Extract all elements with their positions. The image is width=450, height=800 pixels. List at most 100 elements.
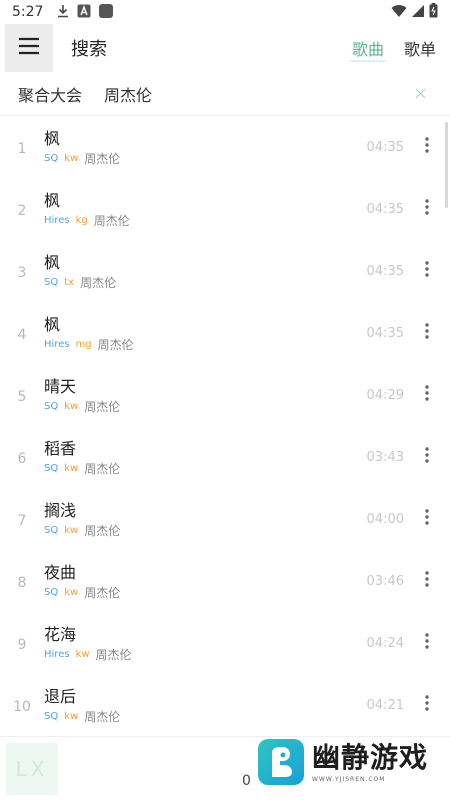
song-row[interactable]: 2 枫 Hires kg 周杰伦 04:35 — [0, 178, 450, 240]
more-options-button[interactable] — [414, 437, 440, 477]
song-duration: 04:21 — [366, 697, 404, 713]
bottom-player[interactable]: LX 0 幽静游戏 WWW.YJISREN.COM — [0, 736, 450, 800]
search-query-row: 聚合大会 周杰伦 — [0, 72, 450, 116]
song-artist: 周杰伦 — [84, 523, 121, 538]
watermark: 幽静游戏 WWW.YJISREN.COM — [258, 739, 428, 785]
menu-button[interactable] — [5, 24, 53, 72]
song-row[interactable]: 7 搁浅 SQ kw 周杰伦 04:00 — [0, 488, 450, 550]
song-row[interactable]: 10 退后 SQ kw 周杰伦 04:21 — [0, 674, 450, 736]
song-duration: 04:29 — [366, 387, 404, 403]
quality-tag: SQ — [44, 524, 59, 536]
player-count: 0 — [242, 773, 251, 789]
more-options-button[interactable] — [414, 623, 440, 663]
signal-icon — [411, 3, 425, 22]
more-vertical-icon — [425, 447, 429, 467]
tab-songs[interactable]: 歌曲 — [349, 24, 387, 72]
more-vertical-icon — [425, 633, 429, 653]
source-tag: kg — [75, 214, 88, 226]
song-duration: 04:35 — [366, 263, 404, 279]
song-row[interactable]: 9 花海 Hires kw 周杰伦 04:24 — [0, 612, 450, 674]
more-options-button[interactable] — [414, 127, 440, 167]
song-name: 搁浅 — [44, 500, 77, 520]
song-meta: Hires kg 周杰伦 — [44, 214, 344, 228]
more-options-button[interactable] — [414, 499, 440, 539]
more-vertical-icon — [425, 509, 429, 529]
song-name: 枫 — [44, 128, 61, 148]
song-name: 夜曲 — [44, 562, 77, 582]
watermark-url: WWW.YJISREN.COM — [312, 775, 386, 783]
status-bar: 5:27 — [0, 0, 450, 24]
close-icon — [415, 84, 426, 103]
more-options-button[interactable] — [414, 189, 440, 229]
song-name: 枫 — [44, 314, 61, 334]
song-meta: SQ kw 周杰伦 — [44, 400, 344, 414]
song-index: 6 — [17, 451, 27, 467]
more-options-button[interactable] — [414, 375, 440, 415]
song-artist: 周杰伦 — [95, 647, 132, 662]
song-name: 枫 — [44, 190, 61, 210]
song-info: 花海 Hires kw 周杰伦 — [44, 625, 344, 662]
more-vertical-icon — [425, 385, 429, 405]
more-vertical-icon — [425, 137, 429, 157]
song-duration: 03:46 — [366, 573, 404, 589]
song-index: 2 — [17, 203, 27, 219]
song-meta: SQ kw 周杰伦 — [44, 524, 344, 538]
song-index: 5 — [17, 389, 27, 405]
song-artist: 周杰伦 — [80, 275, 117, 290]
song-info: 枫 Hires mg 周杰伦 — [44, 315, 344, 352]
quality-tag: SQ — [44, 276, 59, 288]
source-tag: kw — [64, 400, 79, 412]
song-meta: SQ kw 周杰伦 — [44, 586, 344, 600]
page-title: 搜索 — [71, 39, 107, 60]
song-result-list[interactable]: 1 枫 SQ kw 周杰伦 04:35 2 枫 Hires kg 周杰伦 04:… — [0, 116, 450, 736]
more-vertical-icon — [425, 199, 429, 219]
tab-playlists[interactable]: 歌单 — [404, 24, 436, 72]
song-artist: 周杰伦 — [84, 151, 121, 166]
song-meta: SQ kw 周杰伦 — [44, 152, 344, 166]
song-row[interactable]: 4 枫 Hires mg 周杰伦 04:35 — [0, 302, 450, 364]
song-meta: SQ kw 周杰伦 — [44, 710, 344, 724]
source-tag: kw — [75, 648, 90, 660]
more-options-button[interactable] — [414, 561, 440, 601]
song-row[interactable]: 1 枫 SQ kw 周杰伦 04:35 — [0, 116, 450, 178]
song-row[interactable]: 3 枫 SQ tx 周杰伦 04:35 — [0, 240, 450, 302]
song-info: 晴天 SQ kw 周杰伦 — [44, 377, 344, 414]
song-row[interactable]: 5 晴天 SQ kw 周杰伦 04:29 — [0, 364, 450, 426]
quality-tag: SQ — [44, 400, 59, 412]
song-name: 稻香 — [44, 438, 77, 458]
song-index: 10 — [13, 699, 31, 715]
song-index: 1 — [17, 141, 27, 157]
wifi-icon — [391, 3, 407, 22]
more-options-button[interactable] — [414, 313, 440, 353]
more-vertical-icon — [425, 695, 429, 715]
song-info: 枫 SQ kw 周杰伦 — [44, 129, 344, 166]
quality-tag: SQ — [44, 152, 59, 164]
clear-search-button[interactable] — [408, 82, 432, 106]
song-artist: 周杰伦 — [84, 709, 121, 724]
song-duration: 04:35 — [366, 325, 404, 341]
status-time: 5:27 — [12, 4, 44, 20]
song-row[interactable]: 8 夜曲 SQ kw 周杰伦 03:46 — [0, 550, 450, 612]
song-name: 枫 — [44, 252, 61, 272]
song-index: 7 — [17, 513, 27, 529]
source-selector[interactable]: 聚合大会 — [18, 82, 82, 106]
song-info: 枫 SQ tx 周杰伦 — [44, 253, 344, 290]
search-input[interactable]: 周杰伦 — [104, 82, 152, 106]
watermark-title: 幽静游戏 — [312, 740, 429, 774]
song-duration: 03:43 — [366, 449, 404, 465]
song-info: 夜曲 SQ kw 周杰伦 — [44, 563, 344, 600]
song-meta: SQ tx 周杰伦 — [44, 276, 344, 290]
song-duration: 04:00 — [366, 511, 404, 527]
more-options-button[interactable] — [414, 251, 440, 291]
song-row[interactable]: 6 稻香 SQ kw 周杰伦 03:43 — [0, 426, 450, 488]
song-info: 搁浅 SQ kw 周杰伦 — [44, 501, 344, 538]
quality-tag: Hires — [44, 338, 70, 350]
more-vertical-icon — [425, 323, 429, 343]
song-meta: Hires mg 周杰伦 — [44, 338, 344, 352]
more-options-button[interactable] — [414, 685, 440, 725]
song-index: 8 — [17, 575, 27, 591]
song-info: 枫 Hires kg 周杰伦 — [44, 191, 344, 228]
source-tag: mg — [75, 338, 92, 350]
quality-tag: SQ — [44, 710, 59, 722]
player-cover[interactable]: LX — [6, 742, 58, 795]
